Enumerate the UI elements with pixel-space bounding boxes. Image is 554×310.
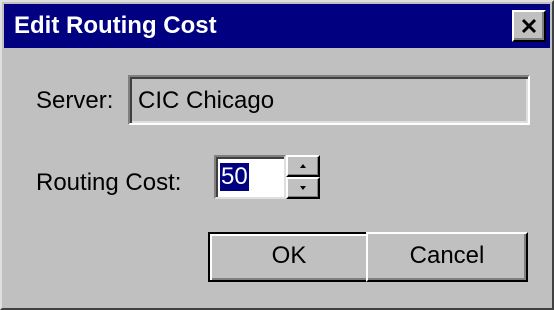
cancel-button[interactable]: Cancel xyxy=(366,232,528,282)
spin-up-button[interactable] xyxy=(286,155,320,177)
server-field: CIC Chicago xyxy=(128,75,530,125)
routing-cost-label: Routing Cost: xyxy=(36,169,182,196)
title-bar[interactable]: Edit Routing Cost xyxy=(4,4,550,48)
spin-down-button[interactable] xyxy=(286,177,320,199)
server-label: Server: xyxy=(36,87,114,114)
arrow-up-icon xyxy=(300,164,306,168)
routing-cost-input[interactable]: 50 xyxy=(214,155,286,199)
ok-button[interactable]: OK xyxy=(208,232,370,282)
edit-routing-cost-dialog: Edit Routing Cost Server: CIC Chicago Ro… xyxy=(0,0,554,310)
routing-cost-value: 50 xyxy=(220,163,249,191)
close-x-icon xyxy=(521,18,537,34)
routing-cost-spinner[interactable] xyxy=(286,155,320,199)
arrow-down-icon xyxy=(300,186,306,190)
server-value: CIC Chicago xyxy=(138,87,275,114)
close-button[interactable] xyxy=(512,10,546,42)
dialog-title: Edit Routing Cost xyxy=(14,12,217,39)
